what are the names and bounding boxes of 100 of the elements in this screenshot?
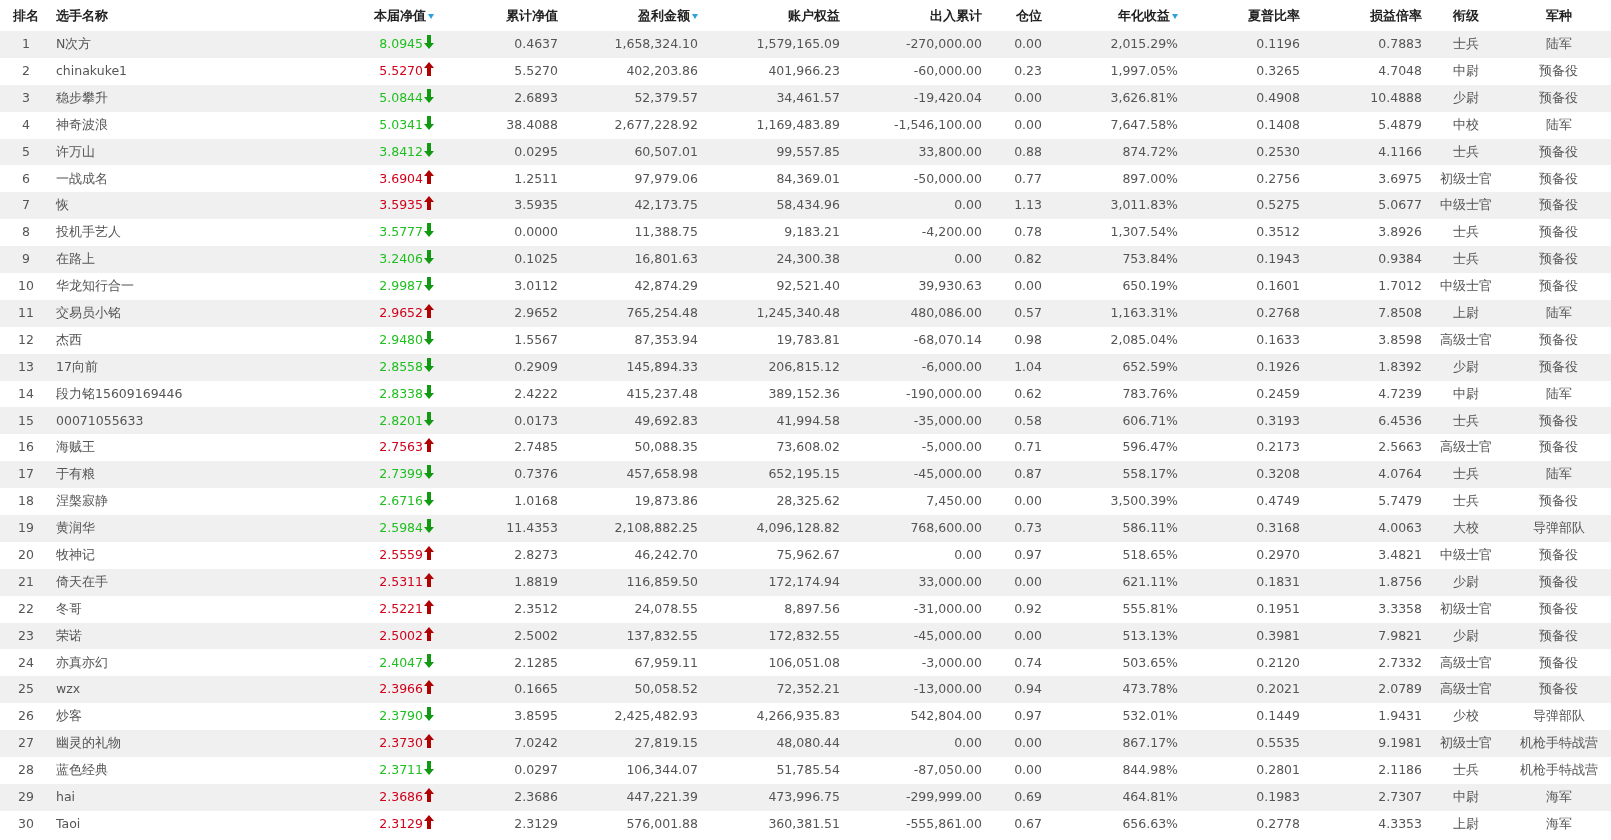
name-cell: 华龙知行合一 (56, 278, 134, 294)
cumulative-cell: 0.0297 (514, 762, 558, 778)
nav-cell: 3.5777 (379, 224, 423, 240)
position-cell: 0.00 (1014, 89, 1042, 105)
rank-title-cell: 高级士官 (1440, 654, 1492, 670)
rank-title-cell: 少尉 (1453, 358, 1479, 374)
flow-cell: -45,000.00 (913, 627, 982, 643)
nav-cell: 2.9987 (379, 278, 423, 294)
cumulative-cell: 2.6893 (514, 89, 558, 105)
annual-return-cell: 897.00% (1122, 170, 1178, 186)
equity-cell: 8,897.56 (784, 600, 840, 616)
rank-cell: 23 (18, 627, 34, 643)
name-cell: 于有粮 (56, 466, 95, 482)
name-cell: 恢 (56, 197, 69, 213)
ratio-cell: 3.4821 (1378, 547, 1422, 562)
rank-cell: 11 (18, 304, 34, 320)
equity-cell: 72,352.21 (776, 681, 840, 697)
nav-cell: 2.6716 (379, 493, 423, 509)
sort-icon[interactable] (1172, 13, 1178, 19)
rank-title-cell: 士兵 (1453, 493, 1479, 509)
position-cell: 0.23 (1014, 62, 1042, 78)
profit-cell: 106,344.07 (626, 762, 698, 778)
sharpe-cell: 0.3208 (1256, 466, 1300, 482)
position-cell: 1.13 (1014, 197, 1042, 213)
cumulative-cell: 11.4353 (506, 520, 558, 536)
sharpe-cell: 0.1831 (1256, 573, 1300, 589)
annual-return-cell: 783.76% (1122, 385, 1178, 401)
position-cell: 0.00 (1014, 36, 1042, 52)
profit-cell: 116,859.50 (626, 573, 698, 589)
nav-cell: 2.5002 (379, 627, 423, 643)
sharpe-cell: 0.2173 (1256, 439, 1300, 455)
position-cell: 0.00 (1014, 493, 1042, 509)
column-header[interactable]: 年化收益 (1118, 7, 1170, 23)
equity-cell: 99,557.85 (776, 143, 840, 159)
ratio-cell: 4.7048 (1378, 62, 1422, 78)
branch-cell: 预备役 (1539, 493, 1578, 509)
flow-cell: -31,000.00 (913, 600, 982, 616)
sharpe-cell: 0.2021 (1256, 681, 1300, 697)
profit-cell: 24,078.55 (634, 600, 698, 616)
sharpe-cell: 0.3981 (1256, 627, 1300, 643)
flow-cell: -68,070.14 (913, 331, 982, 347)
ratio-cell: 4.0063 (1378, 520, 1422, 536)
cumulative-cell: 2.3129 (514, 815, 558, 831)
cumulative-cell: 2.3512 (514, 600, 558, 616)
profit-cell: 67,959.11 (634, 654, 698, 670)
flow-cell: -35,000.00 (913, 412, 982, 428)
position-cell: 0.00 (1014, 762, 1042, 778)
position-cell: 0.97 (1014, 708, 1042, 724)
ratio-cell: 9.1981 (1378, 735, 1422, 751)
nav-cell: 5.0844 (379, 89, 423, 105)
profit-cell: 457,658.98 (626, 466, 698, 482)
branch-cell: 预备役 (1539, 358, 1578, 374)
flow-cell: 768,600.00 (910, 520, 982, 536)
rank-title-cell: 士兵 (1453, 143, 1479, 159)
sharpe-cell: 0.2970 (1256, 547, 1300, 562)
cumulative-cell: 2.9652 (514, 304, 558, 320)
flow-cell: 542,804.00 (910, 708, 982, 724)
equity-cell: 1,245,340.48 (756, 304, 840, 320)
branch-cell: 陆军 (1545, 36, 1572, 52)
position-cell: 0.00 (1014, 735, 1042, 751)
flow-cell: -4,200.00 (921, 224, 982, 240)
rank-cell: 24 (18, 654, 34, 670)
flow-cell: -6,000.00 (921, 358, 982, 374)
annual-return-cell: 473.78% (1122, 681, 1178, 697)
sharpe-cell: 0.2459 (1256, 385, 1300, 401)
cumulative-cell: 2.1285 (514, 654, 558, 670)
ratio-cell: 3.6975 (1378, 170, 1422, 186)
cumulative-cell: 0.2909 (514, 358, 558, 374)
column-header[interactable]: 盈利金额 (638, 7, 690, 23)
position-cell: 0.97 (1014, 547, 1042, 562)
sharpe-cell: 0.1943 (1256, 251, 1300, 267)
ratio-cell: 1.9431 (1378, 708, 1422, 724)
equity-cell: 360,381.51 (768, 815, 840, 831)
annual-return-cell: 555.81% (1122, 600, 1178, 616)
profit-cell: 402,203.86 (626, 62, 698, 78)
position-cell: 0.88 (1014, 143, 1042, 159)
annual-return-cell: 518.65% (1122, 547, 1178, 562)
sharpe-cell: 0.2120 (1256, 654, 1300, 670)
name-cell: hai (56, 789, 76, 804)
rank-title-cell: 中尉 (1453, 789, 1479, 804)
annual-return-cell: 3,500.39% (1110, 493, 1178, 509)
cumulative-cell: 2.8273 (514, 547, 558, 562)
sort-icon[interactable] (428, 13, 434, 19)
rank-cell: 27 (18, 735, 34, 751)
cumulative-cell: 0.0173 (514, 412, 558, 428)
rank-cell: 29 (18, 789, 34, 804)
flow-cell: -60,000.00 (913, 62, 982, 78)
column-header[interactable]: 本届净值 (374, 7, 426, 23)
name-cell: 在路上 (56, 251, 95, 267)
equity-cell: 401,966.23 (768, 62, 840, 78)
profit-cell: 27,819.15 (634, 735, 698, 751)
ratio-cell: 7.8508 (1378, 304, 1422, 320)
equity-cell: 389,152.36 (768, 385, 840, 401)
sort-icon[interactable] (692, 13, 698, 19)
equity-cell: 75,962.67 (776, 547, 840, 562)
cumulative-cell: 2.5002 (514, 627, 558, 643)
nav-cell: 2.8558 (379, 358, 423, 374)
sharpe-cell: 0.2768 (1256, 304, 1300, 320)
rank-title-cell: 士兵 (1453, 762, 1479, 778)
rank-cell: 7 (22, 197, 30, 213)
